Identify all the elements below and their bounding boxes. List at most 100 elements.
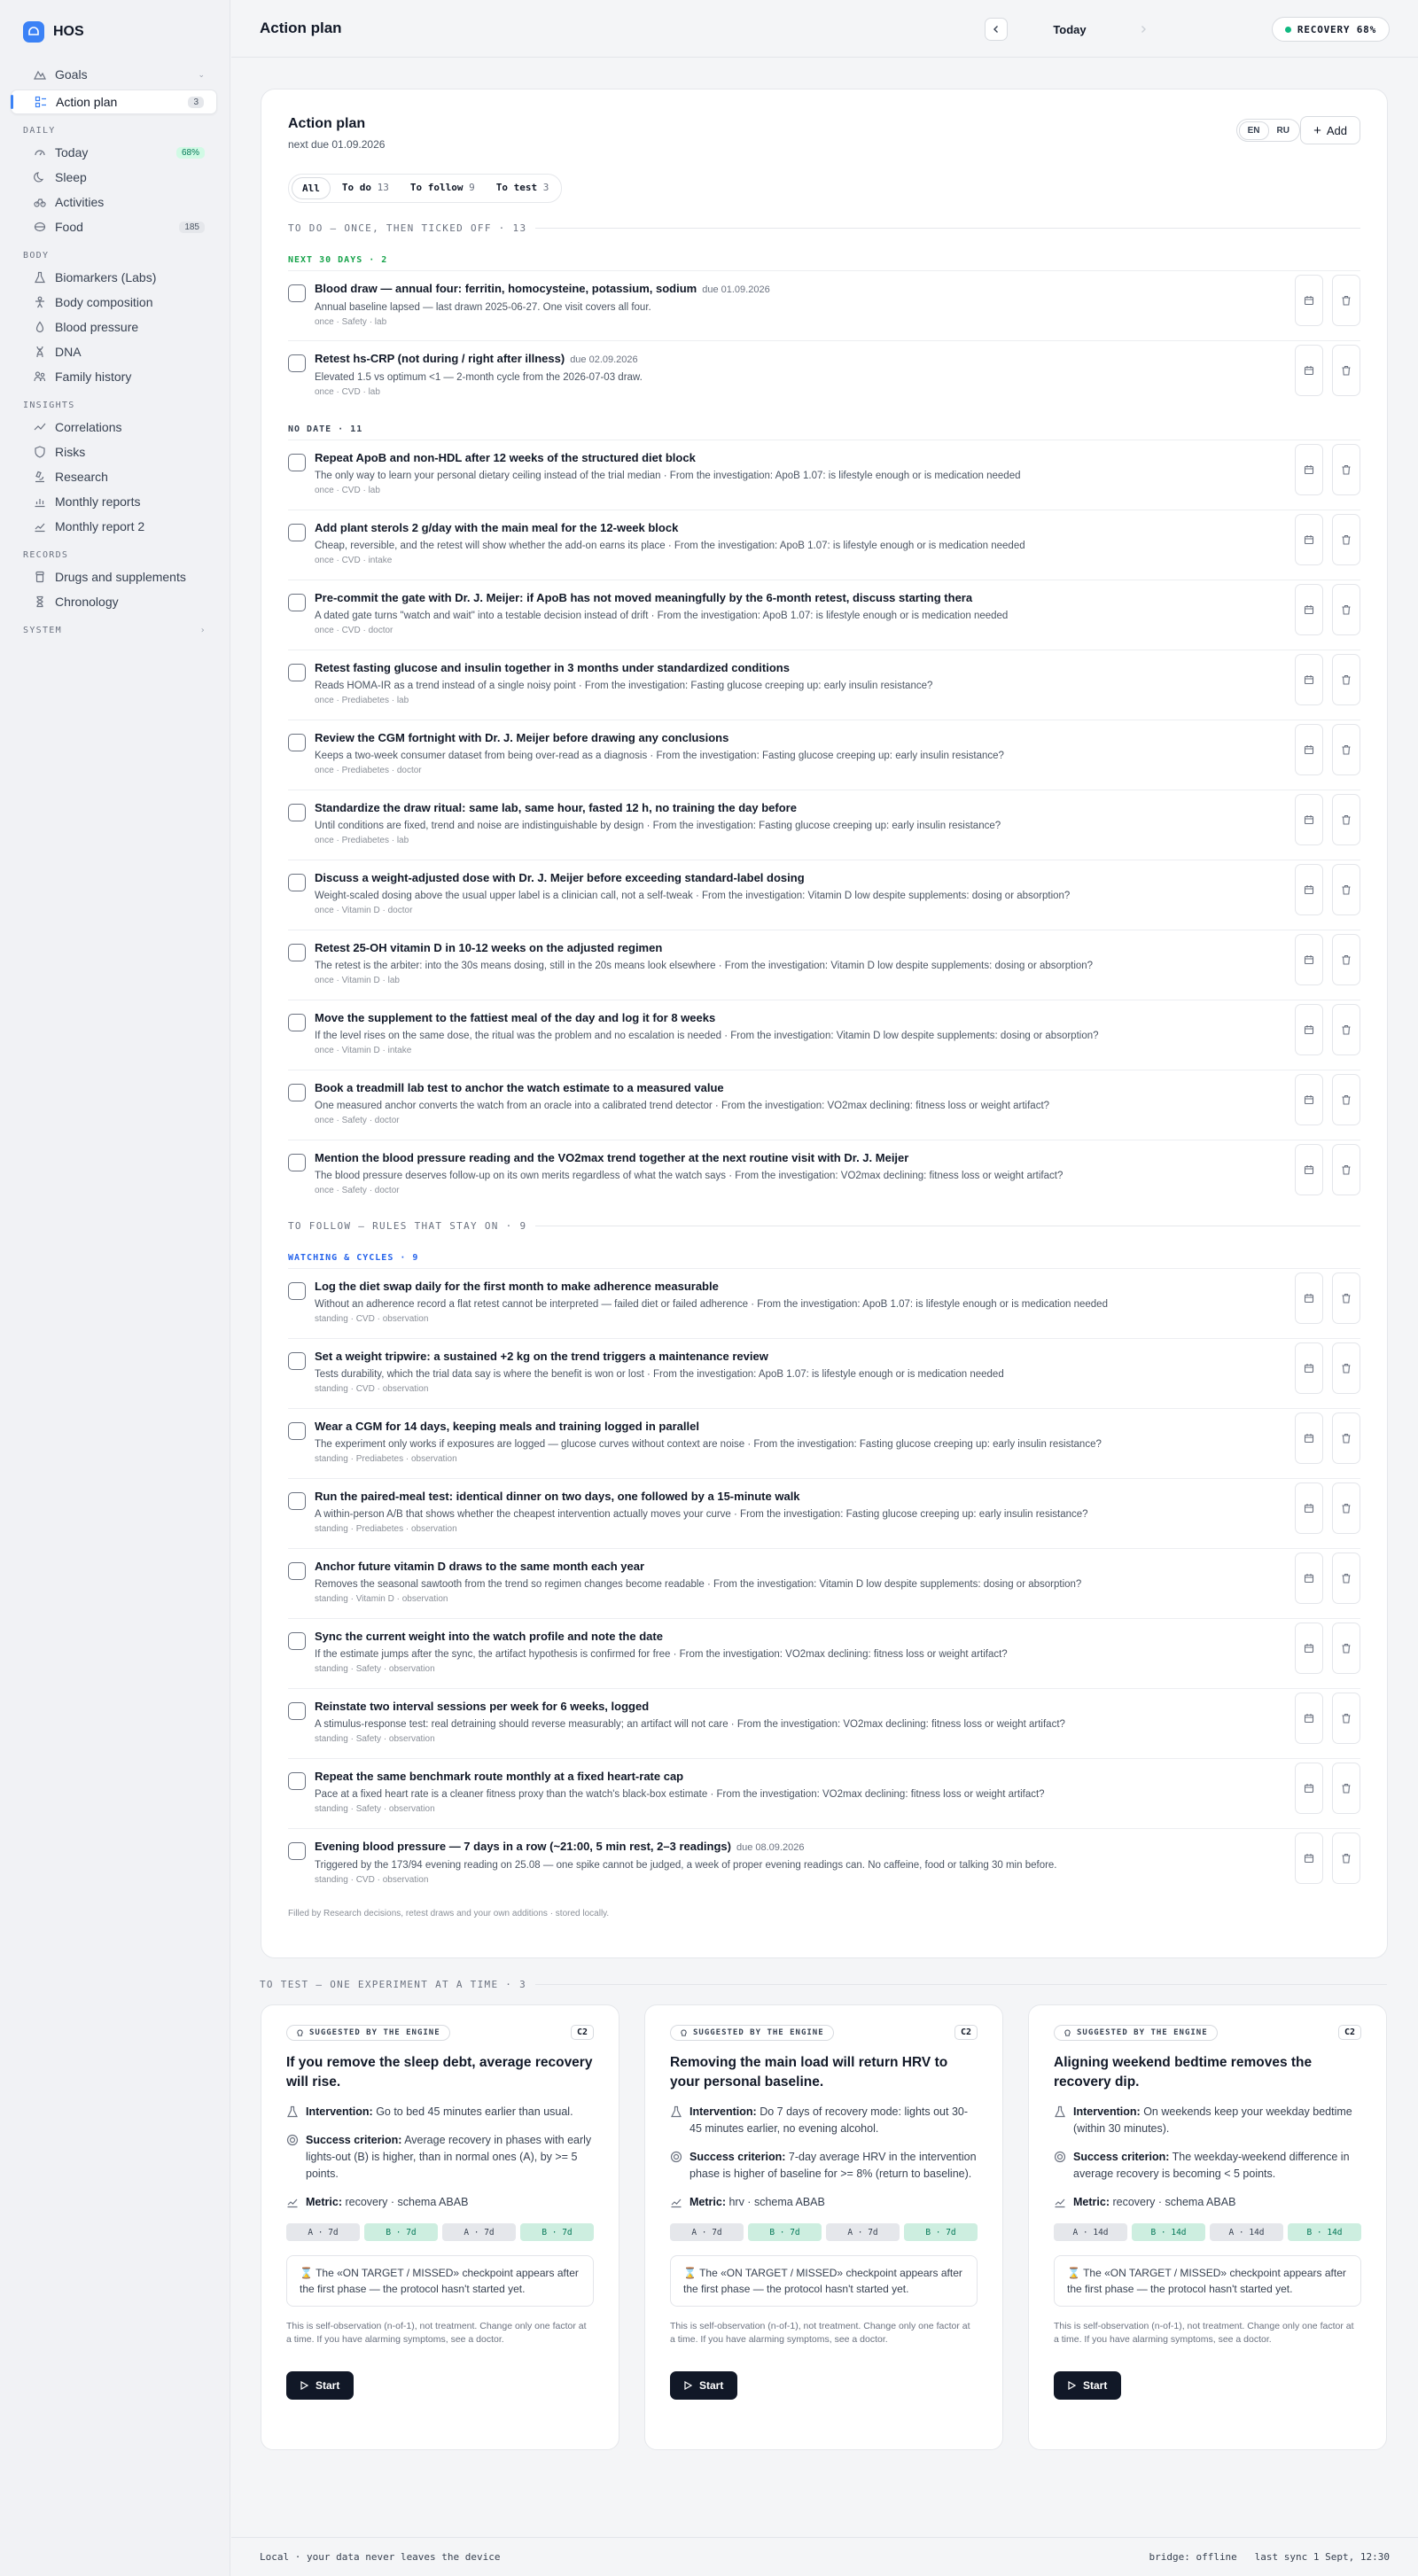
filter-to-follow[interactable]: To follow 9 (401, 177, 485, 199)
delete-button[interactable] (1332, 584, 1360, 635)
task-title[interactable]: Standardize the draw ritual: same lab, s… (315, 800, 1263, 816)
task-checkbox[interactable] (288, 1154, 306, 1171)
delete-button[interactable] (1332, 1144, 1360, 1195)
task-title[interactable]: Anchor future vitamin D draws to the sam… (315, 1559, 1263, 1575)
delete-button[interactable] (1332, 1623, 1360, 1674)
sidebar-item-dna[interactable]: DNA (11, 339, 217, 364)
delete-button[interactable] (1332, 1553, 1360, 1604)
task-checkbox[interactable] (288, 874, 306, 891)
task-checkbox[interactable] (288, 454, 306, 471)
task-title[interactable]: Discuss a weight-adjusted dose with Dr. … (315, 870, 1263, 886)
schedule-button[interactable] (1295, 1004, 1323, 1055)
delete-button[interactable] (1332, 1074, 1360, 1125)
delete-button[interactable] (1332, 1763, 1360, 1814)
task-title[interactable]: Retest 25-OH vitamin D in 10-12 weeks on… (315, 940, 1263, 956)
task-title[interactable]: Mention the blood pressure reading and t… (315, 1150, 1263, 1166)
schedule-button[interactable] (1295, 1833, 1323, 1884)
schedule-button[interactable] (1295, 724, 1323, 775)
schedule-button[interactable] (1295, 514, 1323, 565)
sidebar-item-action-plan[interactable]: Action plan 3 (11, 89, 217, 114)
task-checkbox[interactable] (288, 804, 306, 821)
task-title[interactable]: Retest fasting glucose and insulin toget… (315, 660, 1263, 676)
lang-en-button[interactable]: EN (1238, 121, 1269, 140)
sidebar-item-chronology[interactable]: Chronology (11, 589, 217, 614)
sidebar-item-today[interactable]: Today 68% (11, 140, 217, 165)
task-checkbox[interactable] (288, 1772, 306, 1790)
task-title[interactable]: Set a weight tripwire: a sustained +2 kg… (315, 1349, 1263, 1365)
task-checkbox[interactable] (288, 1492, 306, 1510)
task-checkbox[interactable] (288, 524, 306, 541)
schedule-button[interactable] (1295, 584, 1323, 635)
task-title[interactable]: Move the supplement to the fattiest meal… (315, 1010, 1263, 1026)
brand[interactable]: HOS (0, 0, 230, 62)
task-checkbox[interactable] (288, 594, 306, 611)
task-title[interactable]: Repeat ApoB and non-HDL after 12 weeks o… (315, 450, 1263, 466)
task-title[interactable]: Repeat the same benchmark route monthly … (315, 1769, 1263, 1785)
task-checkbox[interactable] (288, 1282, 306, 1300)
schedule-button[interactable] (1295, 1342, 1323, 1394)
sidebar-item-research[interactable]: Research (11, 464, 217, 489)
schedule-button[interactable] (1295, 1272, 1323, 1324)
task-title[interactable]: Pre-commit the gate with Dr. J. Meijer: … (315, 590, 1263, 606)
schedule-button[interactable] (1295, 934, 1323, 985)
section-heading-system[interactable]: SYSTEM › (0, 626, 230, 635)
sidebar-item-blood-pressure[interactable]: Blood pressure (11, 315, 217, 339)
sidebar-item-body-composition[interactable]: Body composition (11, 290, 217, 315)
schedule-button[interactable] (1295, 1623, 1323, 1674)
delete-button[interactable] (1332, 1483, 1360, 1534)
delete-button[interactable] (1332, 444, 1360, 495)
sidebar-item-monthly-reports[interactable]: Monthly reports (11, 489, 217, 514)
schedule-button[interactable] (1295, 794, 1323, 845)
task-title[interactable]: Retest hs-CRP (not during / right after … (315, 351, 1263, 368)
delete-button[interactable] (1332, 1833, 1360, 1884)
task-title[interactable]: Log the diet swap daily for the first mo… (315, 1279, 1263, 1295)
sidebar-item-risks[interactable]: Risks (11, 440, 217, 464)
task-checkbox[interactable] (288, 284, 306, 302)
filter-all[interactable]: All (292, 177, 331, 199)
delete-button[interactable] (1332, 1413, 1360, 1464)
start-button[interactable]: Start (286, 2371, 354, 2400)
sidebar-item-monthly-report-2[interactable]: Monthly report 2 (11, 514, 217, 539)
start-button[interactable]: Start (670, 2371, 738, 2400)
task-checkbox[interactable] (288, 1014, 306, 1031)
schedule-button[interactable] (1295, 444, 1323, 495)
schedule-button[interactable] (1295, 1144, 1323, 1195)
delete-button[interactable] (1332, 514, 1360, 565)
task-title[interactable]: Blood draw — annual four: ferritin, homo… (315, 281, 1263, 298)
task-title[interactable]: Run the paired-meal test: identical dinn… (315, 1489, 1263, 1505)
schedule-button[interactable] (1295, 1483, 1323, 1534)
task-title[interactable]: Add plant sterols 2 g/day with the main … (315, 520, 1263, 536)
task-checkbox[interactable] (288, 354, 306, 372)
task-checkbox[interactable] (288, 1422, 306, 1440)
schedule-button[interactable] (1295, 345, 1323, 396)
task-title[interactable]: Book a treadmill lab test to anchor the … (315, 1080, 1263, 1096)
filter-to-do[interactable]: To do 13 (332, 177, 399, 199)
delete-button[interactable] (1332, 1272, 1360, 1324)
sidebar-item-biomarkers[interactable]: Biomarkers (Labs) (11, 265, 217, 290)
delete-button[interactable] (1332, 934, 1360, 985)
task-title[interactable]: Review the CGM fortnight with Dr. J. Mei… (315, 730, 1263, 746)
task-checkbox[interactable] (288, 1352, 306, 1370)
lang-ru-button[interactable]: RU (1269, 122, 1297, 139)
recovery-pill[interactable]: RECOVERY 68% (1271, 17, 1390, 42)
start-button[interactable]: Start (1054, 2371, 1122, 2400)
schedule-button[interactable] (1295, 654, 1323, 705)
sidebar-item-food[interactable]: Food 185 (11, 214, 217, 239)
schedule-button[interactable] (1295, 1763, 1323, 1814)
task-checkbox[interactable] (288, 1084, 306, 1101)
task-title[interactable]: Wear a CGM for 14 days, keeping meals an… (315, 1419, 1263, 1435)
add-button[interactable]: + Add (1300, 116, 1360, 144)
delete-button[interactable] (1332, 654, 1360, 705)
filter-to-test[interactable]: To test 3 (487, 177, 559, 199)
schedule-button[interactable] (1295, 1074, 1323, 1125)
task-checkbox[interactable] (288, 664, 306, 681)
sidebar-item-correlations[interactable]: Correlations (11, 415, 217, 440)
delete-button[interactable] (1332, 1693, 1360, 1744)
schedule-button[interactable] (1295, 275, 1323, 326)
task-checkbox[interactable] (288, 1842, 306, 1860)
schedule-button[interactable] (1295, 1413, 1323, 1464)
sidebar-item-sleep[interactable]: Sleep (11, 165, 217, 190)
task-title[interactable]: Evening blood pressure — 7 days in a row… (315, 1839, 1263, 1856)
sidebar-item-family-history[interactable]: Family history (11, 364, 217, 389)
delete-button[interactable] (1332, 275, 1360, 326)
